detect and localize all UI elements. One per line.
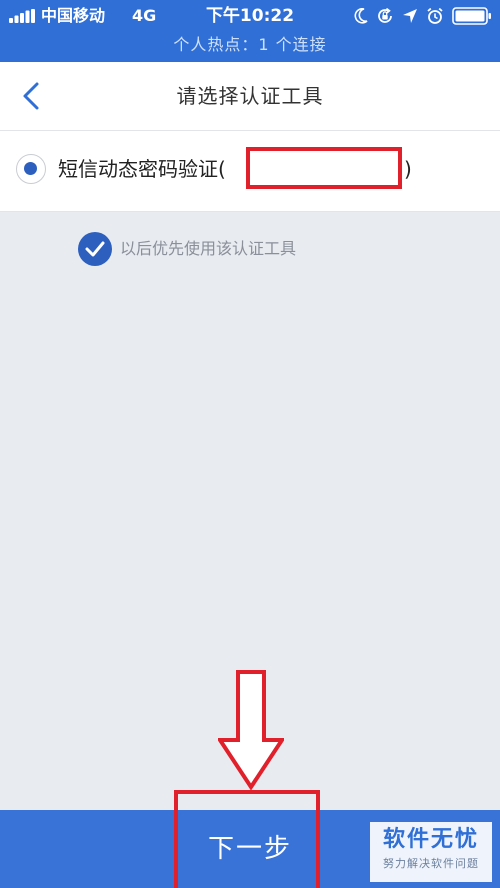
status-bar: 中国移动 4G 下午10:22 个人热点：1 个连接 — [0, 0, 500, 62]
radio-selected-dot — [24, 162, 37, 175]
watermark-subtitle: 努力解决软件问题 — [383, 857, 479, 870]
location-icon — [403, 9, 417, 23]
moon-icon — [354, 8, 368, 24]
annotation-arrow-down-icon — [218, 670, 284, 790]
status-icons — [354, 6, 492, 26]
checkmark-icon — [85, 241, 105, 257]
redaction-box — [246, 147, 402, 189]
navigation-bar: 请选择认证工具 — [0, 62, 500, 131]
remember-checkbox[interactable] — [78, 232, 112, 266]
back-button[interactable] — [14, 78, 50, 114]
watermark: 软件无忧 努力解决软件问题 — [370, 822, 492, 882]
battery-icon — [452, 7, 491, 25]
status-row: 中国移动 4G 下午10:22 — [0, 0, 500, 32]
remember-label: 以后优先使用该认证工具 — [120, 239, 297, 258]
sms-option-label: 短信动态密码验证( — [58, 157, 226, 181]
hotspot-banner[interactable]: 个人热点：1 个连接 — [0, 32, 500, 58]
orientation-lock-icon — [378, 7, 392, 23]
chevron-left-icon — [23, 82, 39, 110]
auth-option-sms[interactable]: 短信动态密码验证( ) — [0, 131, 500, 212]
sms-option-paren-close: ) — [404, 157, 412, 181]
alarm-icon — [427, 7, 443, 24]
sms-option-radio[interactable] — [16, 154, 46, 184]
page-title: 请选择认证工具 — [176, 84, 324, 108]
watermark-title: 软件无忧 — [382, 827, 479, 852]
